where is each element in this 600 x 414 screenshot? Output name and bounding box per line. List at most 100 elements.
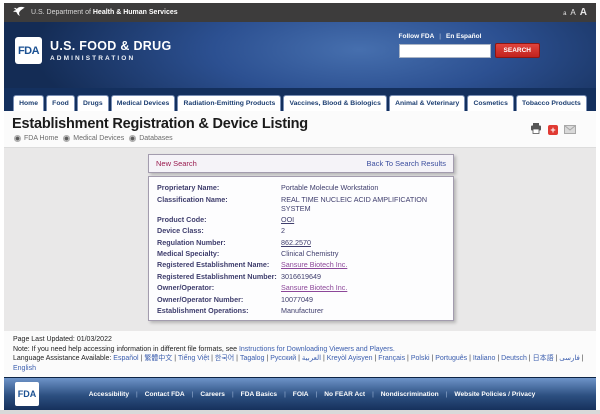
hhs-eagle-icon	[13, 4, 26, 22]
table-row: Product Code: OOI	[157, 214, 445, 225]
footer-link-separator: |	[284, 391, 286, 398]
footer-bar: FDA Accessibility | Contact FDA | Careers | FD…	[4, 377, 596, 410]
font-size-large[interactable]: A	[580, 7, 587, 18]
follow-fda-link[interactable]: Follow FDA	[399, 33, 435, 40]
language-link-[interactable]: Русский	[270, 355, 296, 362]
breadcrumb-bullet-icon	[129, 135, 136, 142]
language-link-[interactable]: العربية	[302, 355, 321, 362]
fda-name-line1: U.S. FOOD & DRUG	[50, 39, 171, 53]
footer-link-separator: |	[136, 391, 138, 398]
content-area: New Search Back To Search Results Propri…	[4, 147, 596, 331]
email-icon[interactable]	[564, 121, 576, 139]
nav-tab-tobacco-products[interactable]: Tobacco Products	[516, 95, 587, 111]
breadcrumb-item-fda-home: FDA Home	[14, 135, 58, 142]
device-listing-panel: New Search Back To Search Results Propri…	[148, 154, 454, 321]
footer-link-website-policies-privacy[interactable]: Website Policies / Privacy	[454, 391, 535, 398]
nav-tab-medical-devices[interactable]: Medical Devices	[111, 95, 176, 111]
row-label: Establishment Operations:	[157, 306, 281, 315]
row-label: Owner/Operator:	[157, 283, 281, 292]
font-size-medium[interactable]: A	[570, 8, 575, 17]
page-last-updated: Page Last Updated: 01/03/2022	[13, 335, 587, 345]
search-button[interactable]: SEARCH	[495, 43, 540, 58]
footer-link-accessibility[interactable]: Accessibility	[89, 391, 129, 398]
table-row: Classification Name: REAL TIME NUCLEIC A…	[157, 193, 445, 213]
fda-name-line2: ADMINISTRATION	[50, 55, 171, 62]
new-search-link[interactable]: New Search	[156, 159, 197, 168]
language-assistance-line: Language Assistance Available: Español |…	[13, 354, 587, 373]
nav-tab-animal-veterinary[interactable]: Animal & Veterinary	[389, 95, 465, 111]
footer-link-separator: |	[446, 391, 448, 398]
footer-link-separator: |	[192, 391, 194, 398]
bottom-strip	[0, 410, 600, 414]
footer-link-nondiscrimination[interactable]: Nondiscrimination	[381, 391, 439, 398]
language-link-[interactable]: 한국어	[215, 355, 234, 362]
language-link-fran-ais[interactable]: Français	[378, 355, 405, 362]
en-espanol-link[interactable]: En Español	[446, 33, 481, 40]
breadcrumb-item-databases: Databases	[129, 135, 172, 142]
row-value-link[interactable]: Sansure Biotech Inc.	[281, 283, 347, 292]
footer-link-contact-fda[interactable]: Contact FDA	[145, 391, 185, 398]
row-label: Owner/Operator Number:	[157, 295, 281, 304]
footer-fda-logo[interactable]: FDA	[15, 382, 39, 406]
language-link-english[interactable]: English	[13, 365, 36, 372]
back-to-search-results-link[interactable]: Back To Search Results	[367, 159, 446, 168]
search-input[interactable]	[399, 44, 491, 58]
table-row: Device Class: 2	[157, 225, 445, 236]
row-label: Registered Establishment Name:	[157, 260, 281, 269]
row-value-link[interactable]: OOI	[281, 215, 294, 224]
breadcrumb-link[interactable]: Databases	[139, 135, 172, 142]
row-value-link[interactable]: Sansure Biotech Inc.	[281, 260, 347, 269]
printer-icon[interactable]	[530, 121, 542, 139]
language-link-tagalog[interactable]: Tagalog	[240, 355, 265, 362]
breadcrumb-link[interactable]: Medical Devices	[73, 135, 124, 142]
language-link-[interactable]: 繁體中文	[144, 355, 172, 362]
language-link-polski[interactable]: Polski	[411, 355, 430, 362]
table-row: Registered Establishment Number: 3016619…	[157, 271, 445, 282]
nav-tab-radiation-emitting-products[interactable]: Radiation-Emitting Products	[177, 95, 281, 111]
footer-link-no-fear-act[interactable]: No FEAR Act	[324, 391, 365, 398]
share-icon[interactable]: +	[548, 125, 558, 135]
row-label: Proprietary Name:	[157, 183, 281, 192]
font-size-controls[interactable]: a A A	[563, 7, 587, 18]
language-link-portugu-s[interactable]: Português	[435, 355, 467, 362]
page-title: Establishment Registration & Device List…	[12, 116, 596, 132]
hhs-dept-text: U.S. Department of Health & Human Servic…	[31, 9, 178, 16]
footer-link-careers[interactable]: Careers	[200, 391, 225, 398]
table-row: Medical Specialty: Clinical Chemistry	[157, 248, 445, 259]
nav-tab-cosmetics[interactable]: Cosmetics	[467, 95, 514, 111]
language-assistance-label: Language Assistance Available:	[13, 355, 111, 362]
fda-wordmark: U.S. FOOD & DRUG ADMINISTRATION	[50, 39, 171, 62]
table-row: Owner/Operator: Sansure Biotech Inc.	[157, 282, 445, 293]
table-row: Proprietary Name: Portable Molecule Work…	[157, 182, 445, 193]
row-label: Regulation Number:	[157, 238, 281, 247]
row-label: Classification Name:	[157, 195, 281, 213]
table-row: Regulation Number: 862.2570	[157, 237, 445, 248]
footer-links: Accessibility | Contact FDA | Careers | FDA Ba…	[39, 391, 585, 398]
fda-logo[interactable]: FDA	[15, 37, 42, 64]
nav-tab-drugs[interactable]: Drugs	[77, 95, 109, 111]
row-value-link[interactable]: 862.2570	[281, 238, 311, 247]
note-line: Note: If you need help accessing informa…	[13, 345, 587, 355]
language-link-deutsch[interactable]: Deutsch	[501, 355, 527, 362]
nav-tab-home[interactable]: Home	[13, 95, 44, 111]
downloading-viewers-link[interactable]: Instructions for Downloading Viewers and…	[239, 346, 395, 353]
footer-link-foia[interactable]: FOIA	[293, 391, 309, 398]
language-link-italiano[interactable]: Italiano	[473, 355, 496, 362]
footer-link-fda-basics[interactable]: FDA Basics	[241, 391, 277, 398]
nav-tab-food[interactable]: Food	[46, 95, 75, 111]
language-link-ti-ng-vi-t[interactable]: Tiếng Việt	[178, 355, 209, 362]
table-row: Establishment Operations: Manufacturer	[157, 305, 445, 316]
row-value: 3016619649	[281, 272, 321, 281]
font-size-small[interactable]: a	[563, 11, 566, 17]
language-link-krey-l-ayisyen[interactable]: Kreyòl Ayisyen	[327, 355, 373, 362]
breadcrumb-bullet-icon	[14, 135, 21, 142]
row-label: Registered Establishment Number:	[157, 272, 281, 281]
language-link-espa-ol[interactable]: Español	[113, 355, 138, 362]
language-link-[interactable]: فارسی	[559, 355, 580, 362]
row-label: Device Class:	[157, 226, 281, 235]
row-value: REAL TIME NUCLEIC ACID AMPLIFICATION SYS…	[281, 195, 445, 213]
language-link-[interactable]: 日本語	[533, 355, 554, 362]
nav-tab-vaccines-blood-biologics[interactable]: Vaccines, Blood & Biologics	[283, 95, 387, 111]
breadcrumb-link[interactable]: FDA Home	[24, 135, 58, 142]
header-link-separator: |	[439, 33, 441, 40]
